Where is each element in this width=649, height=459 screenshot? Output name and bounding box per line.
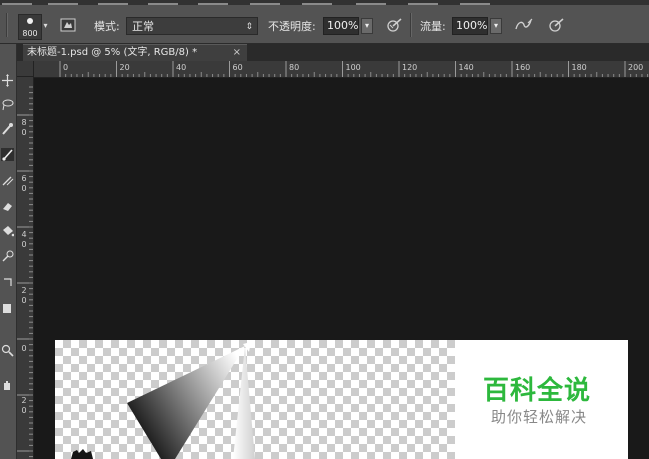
menu-item-help[interactable] [460,0,490,5]
flow-dropdown-icon[interactable]: ▾ [490,18,502,34]
watermark-title: 百科全说 [483,376,592,406]
mode-select[interactable]: 正常 ⇕ [126,17,258,35]
airbrush-icon[interactable] [514,17,533,33]
vertical-ruler-ticks [17,86,33,458]
document-tab-strip: 未标题-1.psd @ 5% (文字, RGB/8) * × [17,44,649,61]
rectangle-tool-icon[interactable] [1,302,14,315]
brush-picker-arrow-icon[interactable]: ▾ [41,17,50,35]
dodge-tool-icon[interactable] [1,250,14,263]
zoom-tool-icon[interactable] [1,344,14,357]
silhouette-figure [71,449,93,459]
brush-tool-icon[interactable] [1,148,14,161]
brush-panel-toggle-icon[interactable] [60,17,76,33]
menu-item-image[interactable] [48,0,78,5]
tool-options-bar: 800 ▾ 模式: 正常 ⇕ 不透明度: 100% ▾ 流量: 100% ▾ [0,5,649,44]
opacity-dropdown-icon[interactable]: ▾ [361,18,373,34]
ruler-tick-label: 180 [572,63,587,72]
flow-label: 流量: [420,20,446,33]
document-tab-title: 未标题-1.psd @ 5% (文字, RGB/8) * [27,47,198,58]
light-gradient-wedge [233,346,255,459]
clone-stamp-tool-icon[interactable] [1,174,14,187]
ruler-tick-label: 120 [402,63,417,72]
ruler-tick-label: 200 [628,63,643,72]
move-tool-icon[interactable] [1,74,14,87]
pressure-opacity-icon[interactable] [386,17,402,33]
opacity-label: 不透明度: [268,20,316,33]
watermark-subtitle: 助你轻松解决 [491,408,588,426]
document-canvas[interactable]: 百科全说 助你轻松解决 [55,340,628,459]
gradient-shapes [127,342,255,459]
menu-item-3d[interactable] [302,0,332,5]
ruler-tick-label: 100 [346,63,361,72]
ruler-tick-label: 140 [459,63,474,72]
dark-gradient-triangle [127,346,245,459]
vertical-ruler[interactable]: 80604020020 [17,77,34,459]
menu-item-filter[interactable] [250,0,280,5]
brush-size-value: 800 [22,29,38,38]
pen-tool-icon[interactable] [1,276,14,289]
document-tab[interactable]: 未标题-1.psd @ 5% (文字, RGB/8) * × [23,44,247,61]
select-updown-icon: ⇕ [245,22,253,32]
flow-input[interactable]: 100% [452,17,488,35]
hand-tool-icon[interactable] [1,378,14,391]
eraser-tool-icon[interactable] [1,200,14,213]
ruler-tick-label: 80 [289,63,299,72]
horizontal-ruler-ticks: 0 20 40 60 80 100 120 140 160 180 200 [59,61,649,77]
menu-item-select[interactable] [198,0,228,5]
ruler-tick-label: 60 [233,63,243,72]
close-tab-icon[interactable]: × [233,45,241,60]
brush-tip-dot [27,18,33,24]
menu-item-layer[interactable] [98,0,128,5]
ruler-origin[interactable] [17,61,34,77]
brush-preset-picker[interactable]: 800 [18,14,42,40]
menu-item-type[interactable] [148,0,178,5]
quick-select-tool-icon[interactable] [1,122,14,135]
opacity-input[interactable]: 100% [323,17,359,35]
options-separator [6,13,8,37]
mode-label: 模式: [94,20,120,33]
horizontal-ruler[interactable]: 0 20 40 60 80 100 120 140 160 180 200 [34,61,649,78]
options-separator [410,13,412,37]
ruler-tick-label: 20 [120,63,130,72]
menu-item-view[interactable] [356,0,386,5]
ruler-tick-label: 40 [176,63,186,72]
menu-item-edit[interactable] [2,0,32,5]
toolbox [0,44,17,459]
lasso-tool-icon[interactable] [1,98,14,111]
mode-select-value: 正常 [132,20,154,33]
paint-bucket-tool-icon[interactable] [1,224,15,237]
menu-item-window[interactable] [408,0,438,5]
pressure-size-icon[interactable] [548,17,564,33]
ruler-tick-label: 0 [63,63,68,72]
ruler-tick-label: 160 [515,63,530,72]
